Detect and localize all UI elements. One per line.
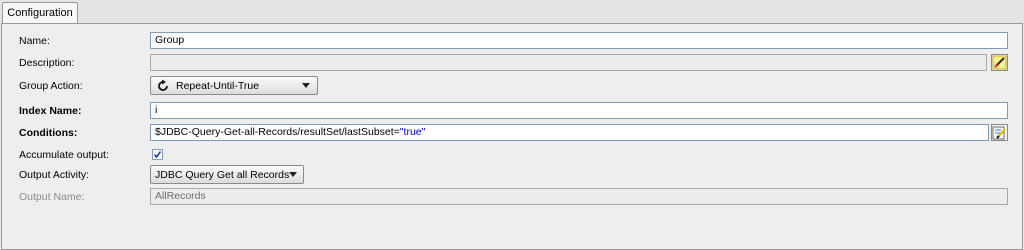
xpath-editor-icon [992,126,1006,140]
output-activity-row: Output Activity: JDBC Query Get all Reco… [2,165,1024,185]
group-action-dropdown[interactable]: Repeat-Until-True [150,76,318,95]
output-activity-label: Output Activity: [19,169,90,181]
output-activity-dropdown[interactable]: JDBC Query Get all Records [150,165,304,184]
configuration-panel: Name: Group Description: Group Action: R… [1,23,1023,250]
accumulate-output-row: Accumulate output: [2,145,1024,165]
group-action-value: Repeat-Until-True [176,79,260,92]
index-name-label: Index Name: [19,105,82,117]
description-input[interactable] [150,54,987,71]
index-name-input[interactable]: i [150,102,1008,119]
conditions-row: Conditions: $JDBC-Query-Get-all-Records/… [2,123,1024,143]
output-name-label: Output Name: [19,191,85,203]
index-name-row: Index Name: i [2,101,1024,121]
name-row: Name: Group [2,31,1024,51]
description-row: Description: [2,53,1024,73]
accumulate-output-checkbox[interactable] [152,149,163,160]
description-label: Description: [19,57,75,69]
name-input[interactable]: Group [150,32,1008,49]
output-name-row: Output Name: AllRecords [2,187,1024,207]
output-name-input[interactable]: AllRecords [150,188,1008,205]
conditions-expression: $JDBC-Query-Get-all-Records/resultSet/la… [155,126,400,138]
loop-icon [158,79,168,91]
group-action-row: Group Action: Repeat-Until-True [2,76,1024,96]
edit-conditions-button[interactable] [991,124,1008,141]
tab-bar: Configuration [0,0,1024,24]
chevron-down-icon [289,172,298,177]
output-activity-value: JDBC Query Get all Records [155,168,290,181]
checkmark-icon [153,151,162,159]
accumulate-output-label: Accumulate output: [19,149,109,161]
edit-description-button[interactable] [991,54,1008,71]
conditions-label: Conditions: [19,127,78,139]
chevron-down-icon [302,83,310,88]
conditions-string-literal: "true" [399,126,426,138]
group-action-label: Group Action: [19,80,83,92]
name-label: Name: [19,35,50,47]
pencil-icon [992,55,1007,70]
conditions-input[interactable]: $JDBC-Query-Get-all-Records/resultSet/la… [150,124,989,141]
tab-configuration[interactable]: Configuration [2,2,78,23]
